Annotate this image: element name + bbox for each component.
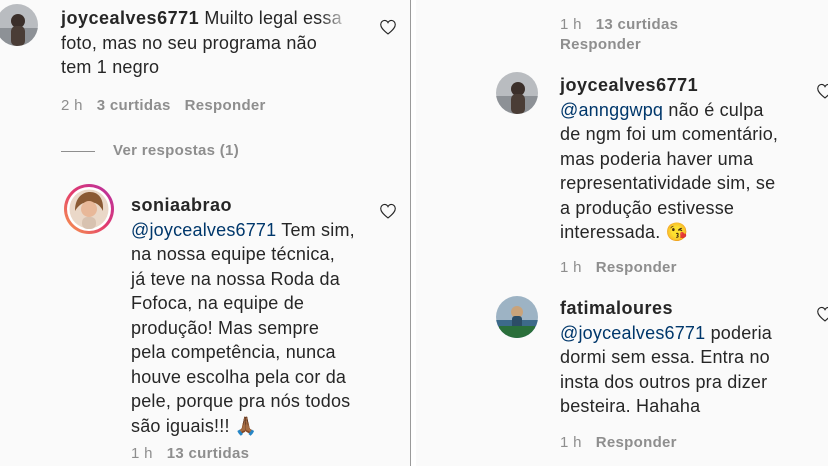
username-link[interactable]: soniaabrao (131, 193, 381, 218)
timestamp: 1 h (560, 434, 582, 451)
likes-count[interactable]: 13 curtidas (596, 16, 679, 33)
comment-fatimaloures: fatimaloures @joycealves6771 poderia dor… (560, 296, 820, 419)
timestamp: 1 h (560, 16, 582, 33)
avatar-joycealves6771[interactable] (0, 4, 38, 46)
likes-count[interactable]: 13 curtidas (167, 445, 250, 462)
reply-button[interactable]: Responder (596, 259, 677, 276)
timestamp: 2 h (61, 97, 83, 114)
avatar-joycealves6771[interactable] (496, 72, 538, 114)
mention-link[interactable]: @joycealves6771 (131, 220, 276, 240)
comment-meta-3: 1 h Responder (560, 259, 691, 276)
avatar-soniaabrao[interactable] (63, 183, 115, 235)
comment-meta-1: 2 h 3 curtidas Responder (61, 97, 280, 114)
like-heart-icon[interactable] (816, 306, 828, 322)
text-overflow-fade (320, 6, 366, 30)
like-heart-icon[interactable] (379, 203, 397, 219)
comment-soniaabrao: soniaabrao @joycealves6771 Tem sim, na n… (131, 193, 381, 438)
mention-link[interactable]: @annggwpq (560, 100, 663, 120)
reply-button[interactable]: Responder (560, 36, 641, 53)
username-link[interactable]: fatimaloures (560, 296, 820, 321)
like-heart-icon[interactable] (379, 19, 397, 35)
comments-panel-right: 1 h 13 curtidas Responder joycealves6771 … (416, 0, 828, 466)
reply-button[interactable]: Responder (185, 97, 266, 114)
mention-link[interactable]: @joycealves6771 (560, 323, 705, 343)
timestamp: 1 h (560, 259, 582, 276)
username-link[interactable]: joycealves6771 (61, 8, 199, 28)
comment-joycealves-2: joycealves6771 @annggwpq não é culpa de … (560, 73, 820, 245)
view-replies-button[interactable]: Ver respostas (1) (113, 142, 239, 159)
username-link[interactable]: joycealves6771 (560, 73, 820, 98)
replies-divider (61, 151, 95, 152)
like-heart-icon[interactable] (816, 83, 828, 99)
avatar-fatimaloures[interactable] (496, 296, 538, 338)
comments-panel-left: joycealves6771 Muilto legal essa foto, m… (0, 0, 412, 466)
reply-button[interactable]: Responder (596, 434, 677, 451)
likes-count[interactable]: 3 curtidas (97, 97, 171, 114)
comment-meta-2: 1 h 13 curtidas (131, 445, 263, 462)
comment-meta-top: 1 h 13 curtidas (560, 16, 692, 33)
timestamp: 1 h (131, 445, 153, 462)
comment-meta-4: 1 h Responder (560, 434, 691, 451)
